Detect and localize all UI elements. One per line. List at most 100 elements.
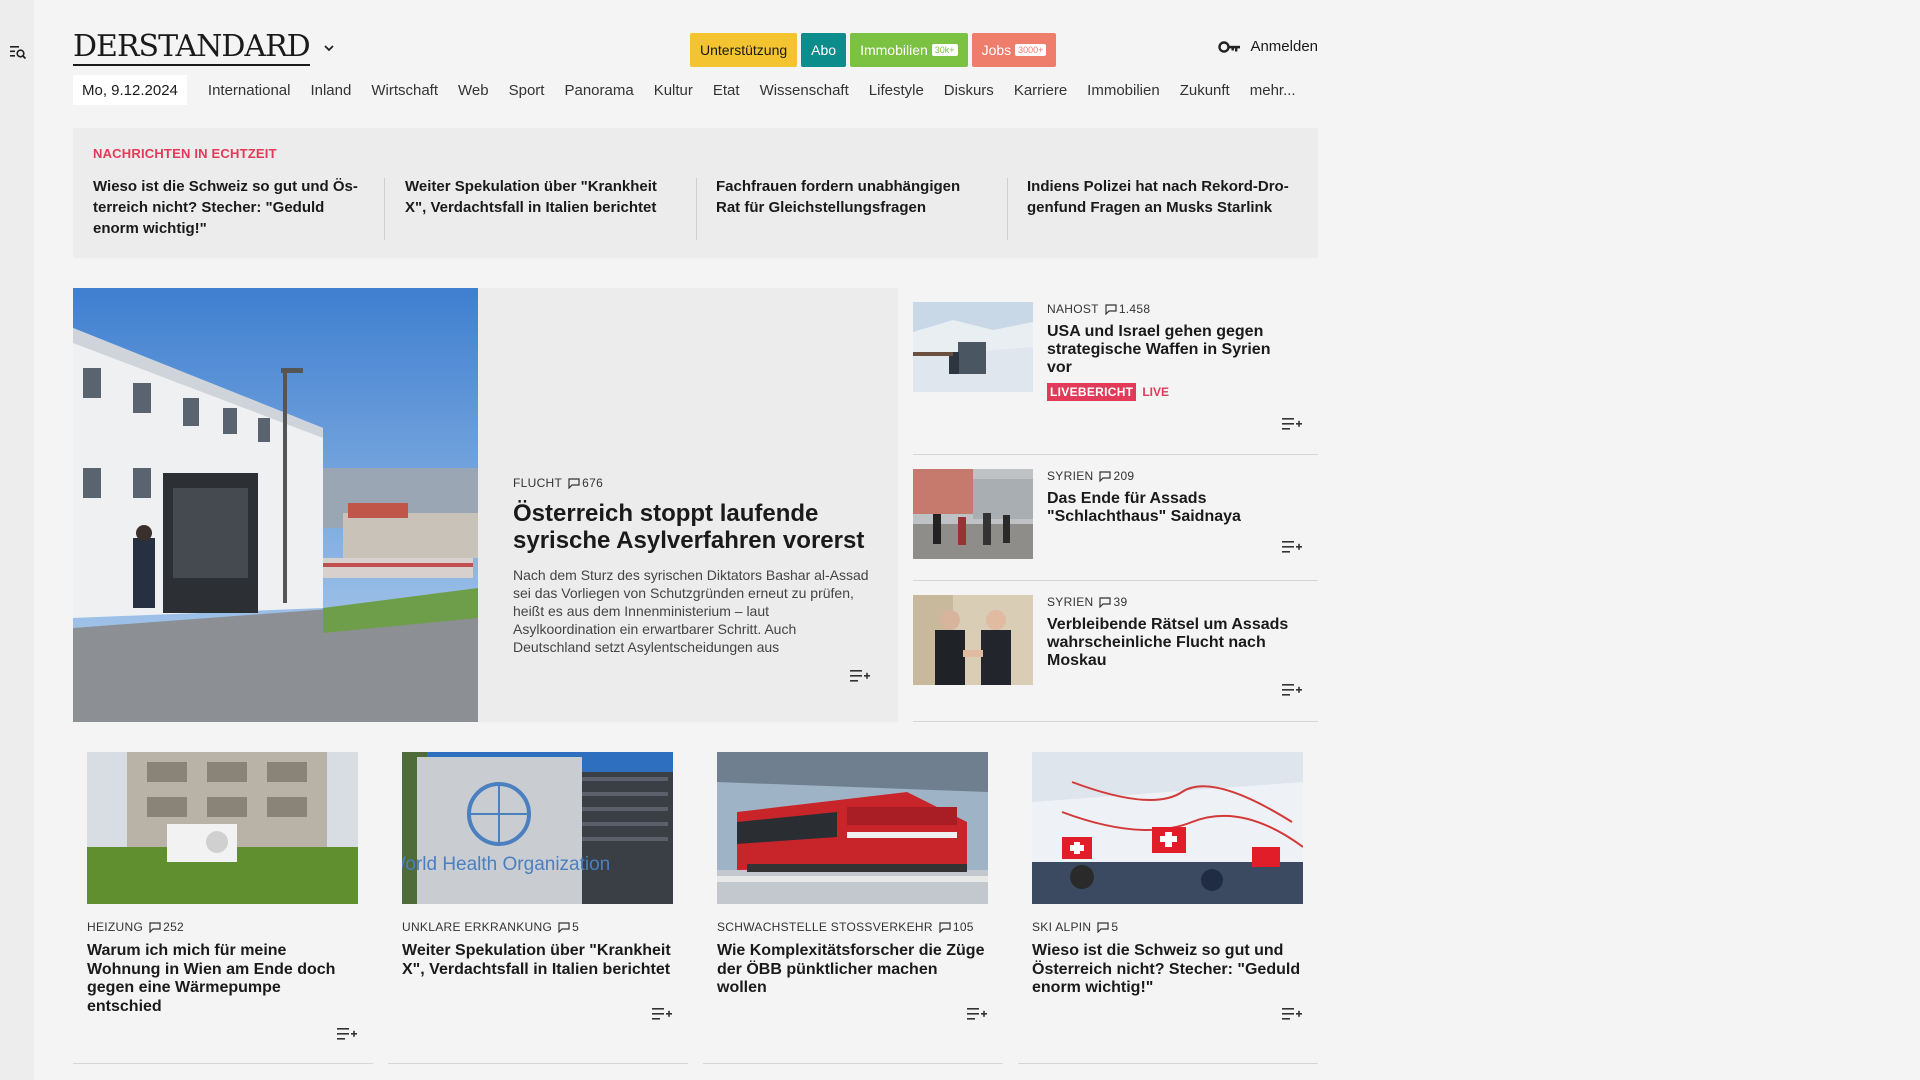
nav-item-kultur[interactable]: Kultur [644,82,703,99]
support-button[interactable]: Unterstützung [690,33,798,67]
abo-button[interactable]: Abo [801,33,847,67]
kicker-label: HEIZUNG [87,920,144,934]
article-title[interactable]: Warum ich mich für meine Wohnung in Wien… [87,942,358,1016]
nav-item-international[interactable]: International [198,82,301,99]
chevron-down-icon[interactable] [322,41,336,55]
comment-count[interactable]: 5 [558,920,579,934]
article-image[interactable] [1032,752,1303,904]
card-photo: World Health Organization [402,752,673,904]
comment-count[interactable]: 5 [1097,920,1118,934]
article-kicker: NAHOST 1.458 [1047,302,1297,316]
comment-count[interactable]: 209 [1099,469,1134,483]
add-to-list-icon[interactable] [967,1006,987,1022]
nav-item-panorama[interactable]: Panorama [554,82,643,99]
article-kicker: HEIZUNG 252 [87,920,358,934]
jobs-button[interactable]: Jobs 3000+ [971,33,1057,67]
logo-text: DERSTANDARD [73,29,311,66]
ticker-item[interactable]: Fachfrauen fordern unabhängigen Rat für … [716,176,986,218]
comment-icon [558,921,570,933]
login-button[interactable]: Anmelden [1218,38,1318,55]
hero-title[interactable]: Österreich stoppt laufende syrische Asyl… [513,500,873,554]
kicker-label: SYRIEN [1047,595,1094,609]
hero-article[interactable]: FLUCHT 676 Österreich stoppt laufende sy… [73,288,898,722]
hero-image[interactable] [73,288,478,722]
kicker-label: NAHOST [1047,302,1099,316]
article-thumbnail[interactable] [913,302,1033,392]
article-card[interactable]: HEIZUNG 252 Warum ich mich für meine Woh… [73,738,373,1064]
nav-item-lifestyle[interactable]: Lifestyle [859,82,934,99]
article-card[interactable]: SCHWACHSTELLE STOSSVERKEHR 105 Wie Kompl… [703,738,1003,1064]
comment-icon [1105,303,1117,315]
nav-item-etat[interactable]: Etat [703,82,750,99]
search-menu-icon[interactable] [9,43,27,61]
side-article[interactable]: SYRIEN 39 Verbleibende Rätsel um Assads … [913,581,1318,722]
nav-item-wissenschaft[interactable]: Wissenschaft [750,82,859,99]
content-wrap: DERSTANDARD Unterstützung Abo Immobilien… [73,0,1318,1080]
nav-item-sport[interactable]: Sport [499,82,555,99]
ticker-item[interactable]: Indiens Polizei hat nach Rekord-Dro­genf… [1027,176,1297,218]
kicker-label: SCHWACHSTELLE STOSSVERKEHR [717,920,933,934]
comment-icon [1099,470,1112,482]
immobilien-button[interactable]: Immobilien 30k+ [850,33,968,67]
kicker-label: SKI ALPIN [1032,920,1092,934]
article-title[interactable]: Das Ende für Assads "Schlachthaus" Saidn… [1047,490,1297,526]
article-title[interactable]: USA und Israel gehen gegen strategische … [1047,323,1297,377]
comment-icon [568,477,580,489]
article-image[interactable] [87,752,358,904]
side-article[interactable]: SYRIEN 209 Das Ende für Assads "Schlacht… [913,455,1318,581]
add-to-list-icon[interactable] [1282,416,1302,432]
add-to-list-icon[interactable] [850,668,870,684]
article-card-text: SCHWACHSTELLE STOSSVERKEHR 105 Wie Kompl… [717,920,988,998]
ticker-item[interactable]: Wieso ist die Schweiz so gut und Ös­terr… [93,176,363,239]
nav-item-zukunft[interactable]: Zukunft [1170,82,1240,99]
page: DERSTANDARD Unterstützung Abo Immobilien… [34,0,1920,1080]
comment-count[interactable]: 252 [149,920,184,934]
live-text: LIVE [1142,385,1169,399]
nav-item-inland[interactable]: Inland [300,82,361,99]
article-title[interactable]: Verbleibende Rätsel um Assads wahrschein… [1047,616,1297,670]
article-thumbnail[interactable] [913,595,1033,685]
nav-item-wirtschaft[interactable]: Wirtschaft [361,82,448,99]
comment-count-value: 5 [1111,920,1119,934]
add-to-list-icon[interactable] [1282,539,1302,555]
comment-count-value: 209 [1113,469,1135,483]
add-to-list-icon[interactable] [652,1006,672,1022]
add-to-list-icon[interactable] [1282,682,1302,698]
jobs-label: Jobs [981,42,1012,58]
comment-count[interactable]: 39 [1099,595,1127,609]
article-title[interactable]: Weiter Spekulation über "Krankheit X", V… [402,942,673,979]
side-article-text: SYRIEN 39 Verbleibende Rätsel um Assads … [1047,595,1297,670]
article-card[interactable]: SKI ALPIN 5 Wieso ist die Schweiz so gut… [1018,738,1318,1064]
article-title[interactable]: Wieso ist die Schweiz so gut und Österre… [1032,942,1303,998]
nav-item-web[interactable]: Web [448,82,499,99]
nav-item-more[interactable]: mehr... [1240,82,1306,99]
ticker-item[interactable]: Weiter Spekulation über "Krankheit X", V… [405,176,675,218]
side-article[interactable]: NAHOST 1.458 USA und Israel gehen gegen … [913,288,1318,455]
divider [384,178,385,240]
thumb-photo [913,469,1033,559]
article-card[interactable]: World Health Organization UNKLARE ERKRAN… [388,738,688,1064]
add-to-list-icon[interactable] [337,1026,357,1042]
article-image[interactable] [717,752,988,904]
nav-item-karriere[interactable]: Karriere [1004,82,1077,99]
article-title[interactable]: Wie Komplexitätsforscher die Züge der ÖB… [717,942,988,998]
comment-count-value: 39 [1113,595,1128,609]
article-thumbnail[interactable] [913,469,1033,559]
support-label: Unterstützung [700,42,788,58]
article-image[interactable]: World Health Organization [402,752,673,904]
add-to-list-icon[interactable] [1282,1006,1302,1022]
comment-count[interactable]: 1.458 [1105,302,1151,316]
comment-count[interactable]: 676 [568,476,603,490]
divider [1007,178,1008,240]
article-kicker: SKI ALPIN 5 [1032,920,1303,934]
comment-count-value: 1.458 [1118,302,1151,316]
nav-item-immobilien[interactable]: Immobilien [1077,82,1170,99]
comment-count[interactable]: 105 [939,920,974,934]
card-photo [1032,752,1303,904]
immobilien-badge: 30k+ [931,44,958,56]
hero-teaser: Nach dem Sturz des syrischen Diktators B… [513,567,869,655]
logo[interactable]: DERSTANDARD [73,28,336,68]
article-kicker: UNKLARE ERKRANKUNG 5 [402,920,673,934]
side-article-text: SYRIEN 209 Das Ende für Assads "Schlacht… [1047,469,1297,526]
nav-item-diskurs[interactable]: Diskurs [934,82,1004,99]
